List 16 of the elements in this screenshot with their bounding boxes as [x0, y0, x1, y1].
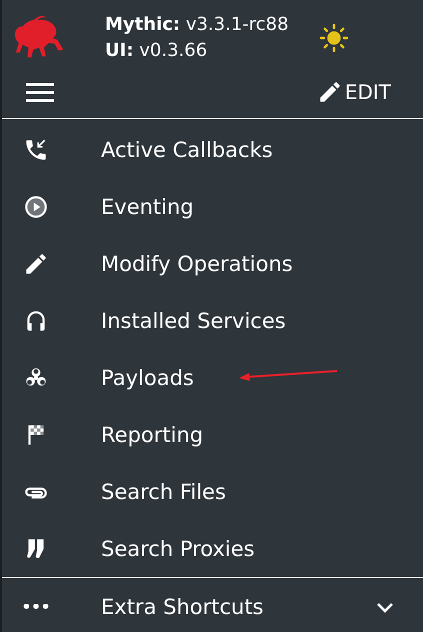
- version-text: UI: v0.3.66: [105, 41, 208, 61]
- menu-item[interactable]: Active Callbacks: [2, 121, 423, 178]
- menu-item[interactable]: Installed Services: [2, 292, 423, 349]
- menu-item[interactable]: Eventing: [2, 178, 423, 235]
- menu-item[interactable]: Search Proxies: [2, 520, 423, 577]
- menu-item[interactable]: Reporting: [2, 406, 423, 463]
- more-icon: [23, 604, 49, 610]
- menu-item[interactable]: Payloads: [2, 349, 423, 406]
- version-text: Mythic: v3.3.1-rc88: [105, 15, 289, 35]
- extra-shortcuts-item[interactable]: Extra Shortcuts: [2, 578, 423, 632]
- menu-icon[interactable]: [25, 81, 55, 103]
- menu-item[interactable]: Search Files: [2, 463, 423, 520]
- menu-item[interactable]: Modify Operations: [2, 235, 423, 292]
- play-circle-icon: [23, 194, 49, 220]
- edit-button[interactable]: EDIT: [314, 75, 393, 109]
- sun-icon[interactable]: [318, 23, 349, 53]
